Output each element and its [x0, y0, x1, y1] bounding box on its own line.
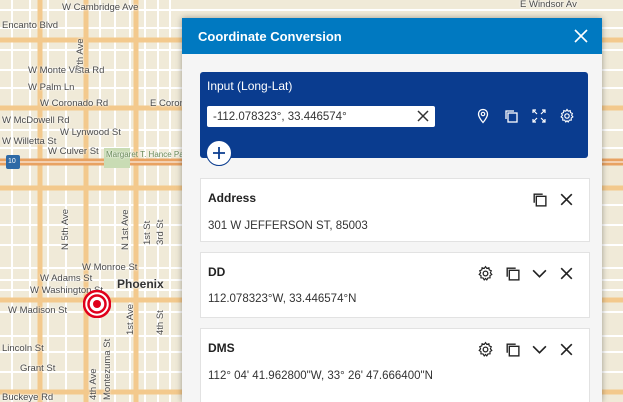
settings-button[interactable] — [477, 265, 494, 282]
street-label: Encanto Blvd — [2, 20, 58, 31]
gear-icon — [478, 265, 493, 281]
close-panel-button[interactable] — [574, 29, 588, 43]
street-label: W McDowell Rd — [2, 115, 70, 126]
street-label: N 5th Ave — [60, 208, 71, 250]
expand-icon — [532, 109, 546, 123]
close-icon — [417, 110, 429, 122]
interstate-shield-label: 10 — [8, 158, 16, 165]
output-card-address: Address 301 W JEFFERSON ST, 85003 — [200, 178, 590, 242]
zoom-to-button[interactable] — [531, 108, 547, 124]
gear-icon — [478, 341, 493, 357]
copy-button[interactable] — [504, 265, 521, 282]
gear-icon — [560, 108, 574, 123]
street-label: N 1st Ave — [120, 209, 131, 251]
street-label: W Lynwood St — [60, 127, 121, 138]
street-label: W Coronado Rd — [40, 98, 109, 109]
remove-button[interactable] — [558, 191, 575, 208]
copy-icon — [506, 267, 520, 281]
panel-title: Coordinate Conversion — [198, 28, 342, 44]
coordinate-input[interactable] — [207, 110, 409, 123]
output-card-dd: DD 112.078323°W, 33.446574°N — [200, 252, 590, 318]
card-toolbar — [477, 265, 575, 282]
close-icon — [560, 267, 573, 280]
copy-button[interactable] — [531, 191, 548, 208]
street-label: 1st St — [142, 220, 153, 245]
expand-button[interactable] — [531, 341, 548, 358]
street-label: 4th Ave — [88, 368, 99, 400]
chevron-down-icon — [532, 345, 547, 354]
street-label: Lincoln St — [2, 343, 44, 354]
street-label: E Windsor Av — [520, 0, 577, 10]
copy-input-button[interactable] — [503, 108, 519, 124]
card-title: DMS — [208, 341, 235, 355]
park-label: Margaret T. Hance Park — [106, 150, 191, 159]
close-icon — [560, 343, 573, 356]
card-value: 112° 04' 41.962800"W, 33° 26' 47.666400"… — [208, 370, 433, 382]
expand-button[interactable] — [531, 265, 548, 282]
street-label: W Cambridge Ave — [62, 2, 139, 13]
card-toolbar — [477, 341, 575, 358]
coordinate-conversion-panel: Coordinate Conversion Input (Long-Lat) -… — [182, 18, 602, 402]
street-label: 1st Ave — [125, 304, 136, 335]
street-label: 3rd St — [155, 219, 166, 245]
copy-icon — [533, 193, 547, 207]
copy-icon — [505, 110, 518, 123]
chevron-down-icon — [532, 269, 547, 278]
settings-button[interactable] — [477, 341, 494, 358]
street-label: W Madison St — [8, 305, 68, 316]
remove-button[interactable] — [558, 265, 575, 282]
panel-header: Coordinate Conversion — [182, 18, 602, 54]
street-label: W Palm Ln — [28, 82, 75, 93]
input-title: Input (Long-Lat) — [207, 79, 293, 93]
street-label: Montezuma St — [102, 338, 113, 400]
street-label: Grant St — [20, 363, 56, 374]
street-label: W Culver St — [48, 146, 99, 157]
location-marker-icon — [83, 290, 111, 318]
coordinate-input-box — [207, 106, 435, 127]
output-card-dms: DMS 112° 04' 41.962800"W, 33° 26' 47.666… — [200, 328, 590, 402]
close-icon — [574, 29, 588, 43]
street-label: W Monroe St — [82, 262, 138, 273]
street-label: 4th St — [155, 310, 166, 335]
remove-button[interactable] — [558, 341, 575, 358]
card-title: Address — [208, 191, 257, 205]
street-label: W Monte Vista Rd — [28, 65, 105, 76]
card-value: 112.078323°W, 33.446574°N — [208, 293, 357, 305]
add-conversion-button[interactable] — [206, 140, 232, 166]
capture-location-button[interactable] — [475, 108, 491, 124]
street-label: Buckeye Rd — [2, 392, 54, 402]
input-card: Input (Long-Lat) — [200, 72, 588, 166]
street-label: 7th Ave — [75, 38, 86, 70]
card-value: 301 W JEFFERSON ST, 85003 — [208, 220, 368, 232]
card-toolbar — [531, 191, 575, 208]
close-icon — [560, 193, 573, 206]
copy-icon — [506, 343, 520, 357]
city-label: Phoenix — [117, 277, 164, 291]
input-toolbar — [475, 108, 575, 124]
input-settings-button[interactable] — [559, 108, 575, 124]
clear-input-button[interactable] — [416, 109, 430, 123]
card-title: DD — [208, 265, 226, 279]
map-pin-icon — [477, 108, 489, 124]
street-label: W Adams St — [40, 273, 93, 284]
copy-button[interactable] — [504, 341, 521, 358]
plus-icon — [213, 147, 225, 159]
